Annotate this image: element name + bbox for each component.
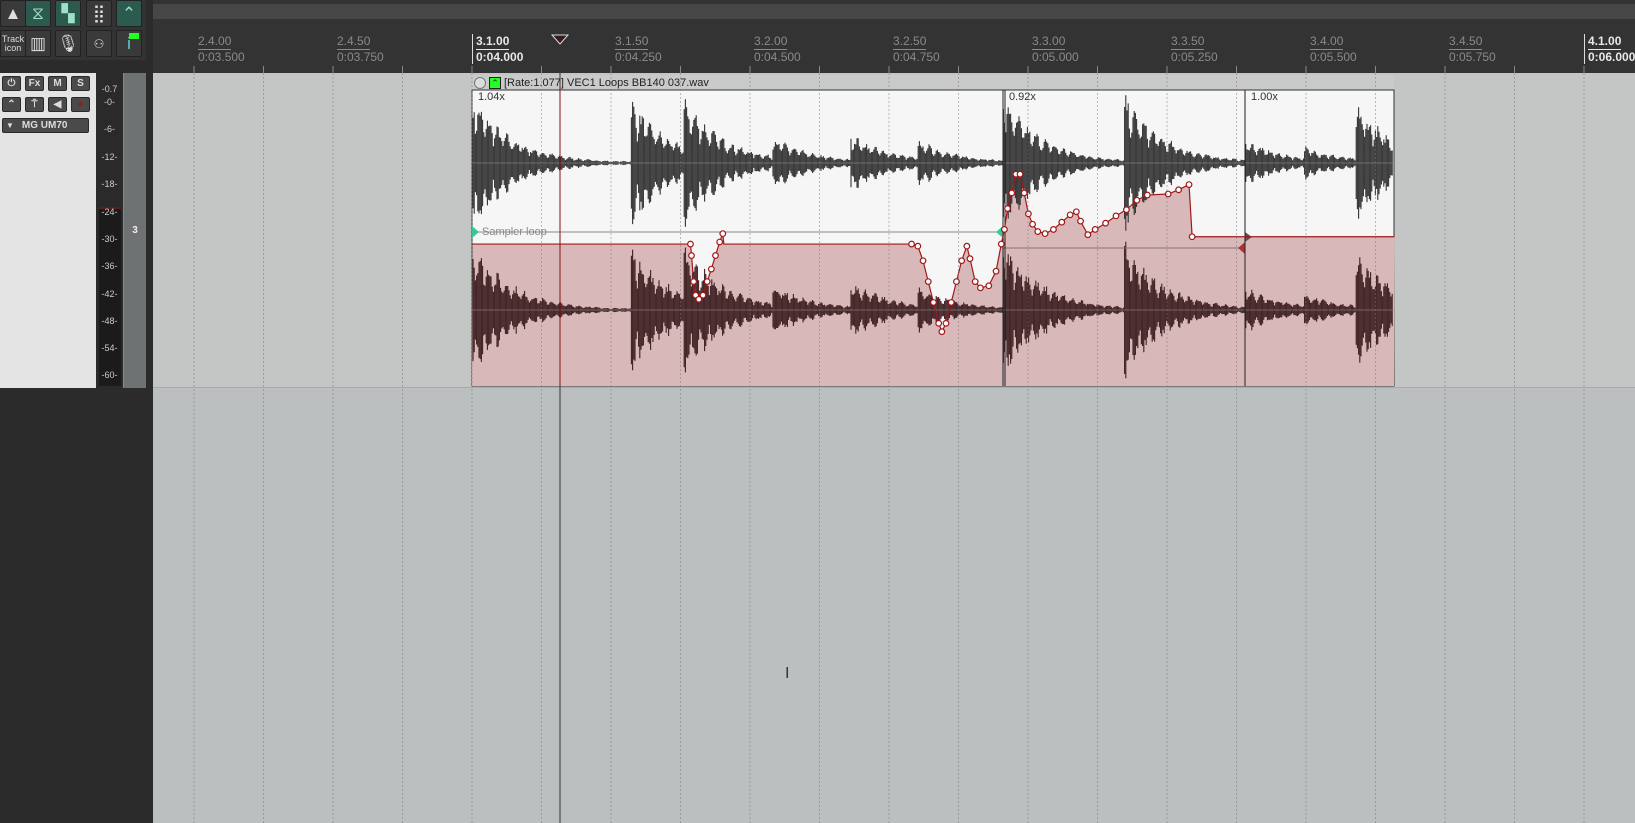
- envelope-point: [985, 282, 993, 290]
- envelope-point: [942, 319, 950, 327]
- stretch-marker-rate[interactable]: 1.00x: [1251, 91, 1278, 103]
- envelope-point: [1024, 210, 1032, 218]
- envelope-point: [1102, 219, 1109, 227]
- envelope-point: [703, 278, 711, 286]
- arrange-view[interactable]: [0, 0, 1635, 823]
- envelope-point: [1058, 218, 1066, 226]
- envelope-point: [690, 278, 697, 286]
- stretch-marker-rate[interactable]: 0.92x: [1009, 91, 1036, 103]
- envelope-point: [716, 238, 724, 246]
- take-envelope-label: Sampler loop: [482, 226, 547, 238]
- envelope-point: [1001, 226, 1008, 233]
- envelope-visible-icon[interactable]: ⌃: [489, 76, 501, 89]
- envelope-point: [1077, 217, 1084, 225]
- envelope-point: [947, 299, 955, 306]
- item-title: [Rate:1.077] VEC1 Loops BB140 037.wav: [504, 76, 709, 89]
- envelope-point: [935, 319, 943, 327]
- envelope-point: [992, 267, 1000, 275]
- envelope-point: [971, 278, 979, 286]
- envelope-point: [963, 242, 971, 250]
- text-cursor-icon: I: [785, 665, 790, 682]
- envelope-point: [1066, 211, 1074, 219]
- stretch-marker-rate[interactable]: 1.04x: [478, 91, 505, 103]
- envelope-point: [997, 240, 1005, 248]
- envelope-point: [1091, 226, 1099, 233]
- envelope-point: [1143, 191, 1151, 199]
- envelope-point: [707, 265, 715, 273]
- envelope-point: [924, 278, 932, 286]
- envelope-point: [1034, 228, 1042, 235]
- envelope-point: [966, 255, 974, 263]
- media-item-header[interactable]: ⌃ [Rate:1.077] VEC1 Loops BB140 037.wav: [472, 75, 1394, 90]
- envelope-point: [1004, 205, 1011, 213]
- envelope-point: [1008, 189, 1016, 197]
- envelope-point: [1188, 233, 1196, 241]
- envelope-point: [1164, 190, 1172, 198]
- envelope-point: [719, 230, 727, 238]
- envelope-point: [1072, 208, 1080, 216]
- envelope-point: [1175, 186, 1182, 194]
- envelope-point: [1185, 181, 1193, 189]
- envelope-point: [1084, 231, 1092, 239]
- envelope-point: [938, 328, 946, 336]
- envelope-point: [1133, 196, 1141, 204]
- envelope-point: [699, 291, 707, 299]
- envelope-point: [1050, 226, 1057, 233]
- envelope-point: [712, 252, 719, 259]
- envelope-point: [908, 240, 915, 248]
- edit-cursor-marker: [550, 34, 570, 45]
- panel-divider: [146, 73, 153, 823]
- envelope-point: [1016, 170, 1024, 178]
- envelope-point: [977, 284, 984, 292]
- item-lock-icon[interactable]: [474, 76, 486, 89]
- envelope-point: [1029, 220, 1036, 228]
- envelope-point: [919, 257, 927, 265]
- envelope-point: [914, 242, 922, 250]
- envelope-point: [1123, 206, 1130, 214]
- envelope-point: [687, 240, 694, 248]
- envelope-point: [1112, 212, 1120, 220]
- envelope-point: [930, 299, 937, 306]
- envelope-point: [688, 252, 695, 259]
- envelope-point: [958, 257, 966, 265]
- envelope-point: [1020, 189, 1028, 197]
- envelope-point: [1041, 230, 1049, 238]
